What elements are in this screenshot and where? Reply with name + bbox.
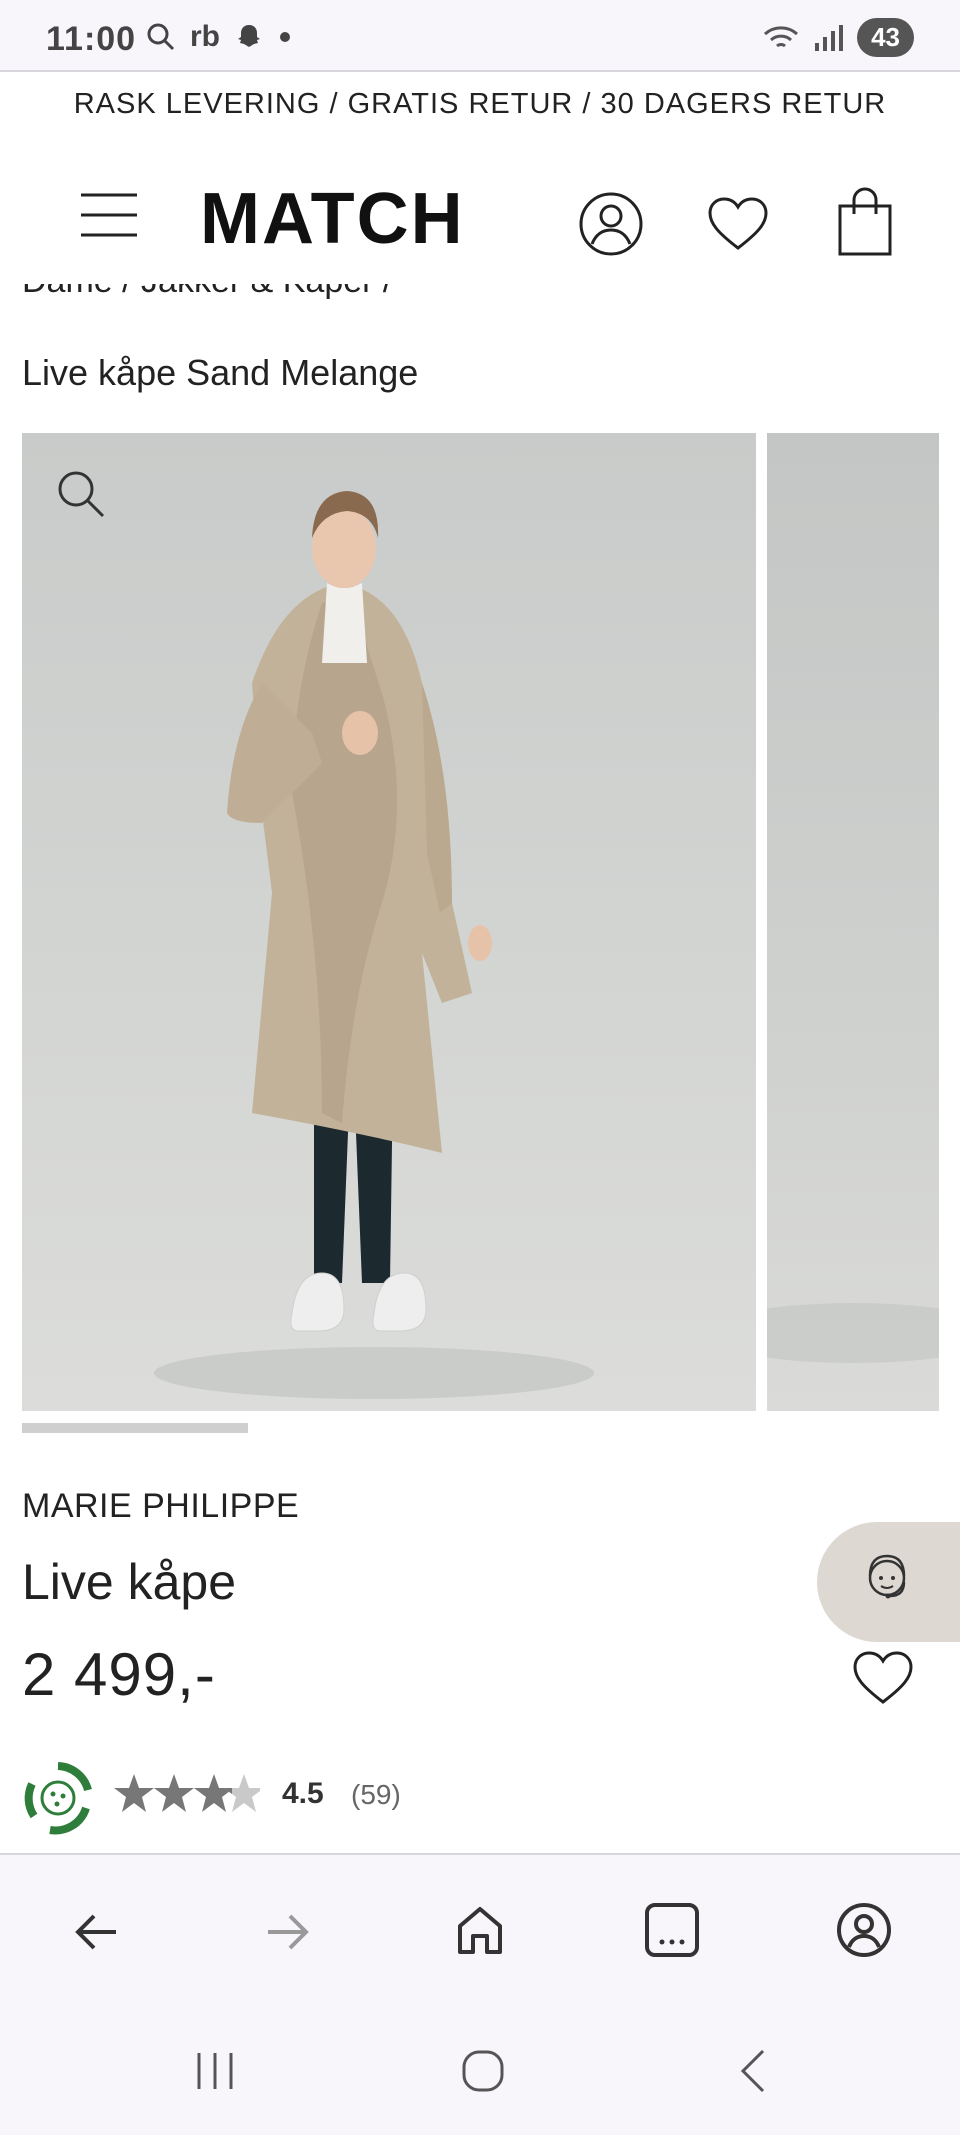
system-recents-button[interactable] [190,2048,240,2094]
product-brand[interactable]: MARIE PHILIPPE [22,1487,299,1526]
hamburger-icon [81,193,137,237]
review-count[interactable]: (59) [351,1779,401,1811]
customer-service-icon [868,1554,906,1599]
site-logo[interactable]: MATCH [200,183,465,255]
eco-badge-icon [24,1762,92,1835]
status-notification-icons: rb [146,20,292,54]
product-title: Live kåpe [22,1554,237,1610]
zoom-button[interactable] [56,469,106,519]
rating-stars[interactable] [110,1770,264,1818]
user-circle-icon [837,1903,891,1957]
tabs-icon [645,1903,699,1957]
gallery-progress [22,1423,248,1433]
browser-forward-button[interactable] [258,1902,318,1962]
wishlist-button[interactable] [704,192,772,256]
battery-level: 43 [857,18,914,57]
status-divider [0,70,960,72]
breadcrumb-trail[interactable]: Dame / Jakker & Kåper / [22,284,622,301]
browser-back-button[interactable] [66,1902,126,1962]
product-wishlist-button[interactable] [852,1650,914,1706]
wifi-icon [764,25,799,47]
product-image-main[interactable] [22,433,756,1411]
search-icon [58,471,105,518]
snapchat-icon [238,25,260,47]
signal-icon [815,24,844,51]
home-icon [458,1907,502,1954]
product-photo [154,491,594,1399]
star-rating-icon [114,1774,264,1812]
status-carrier-text: rb [190,20,220,53]
browser-home-button[interactable] [450,1900,510,1960]
product-image-next[interactable] [703,433,960,1411]
browser-tabs-button[interactable] [642,1900,702,1960]
product-photo-partial [703,1303,960,1363]
breadcrumb[interactable]: Dame / Jakker & Kåper / [22,284,622,314]
dot-icon [280,32,290,42]
arrow-left-icon [75,1914,116,1950]
rating-value: 4.5 [282,1777,324,1810]
status-system-icons: 43 [761,18,914,57]
promo-banner[interactable]: RASK LEVERING / GRATIS RETUR / 30 DAGERS… [0,88,960,121]
sustainability-badge[interactable] [20,1760,96,1836]
browser-account-button[interactable] [834,1900,894,1960]
status-time: 11:00 [46,20,137,58]
heart-icon [853,1651,913,1704]
product-price: 2 499,- [22,1641,216,1708]
cart-button[interactable] [834,184,896,260]
system-back-button[interactable] [728,2048,778,2094]
recents-icon [197,2053,233,2089]
chat-support-button[interactable] [817,1522,960,1642]
breadcrumb-current: Live kåpe Sand Melange [22,352,419,393]
arrow-right-icon [268,1914,309,1950]
shopping-bag-icon [838,187,892,256]
system-home-button[interactable] [458,2048,508,2094]
user-circle-icon [579,192,643,256]
account-button[interactable] [575,188,647,260]
chevron-left-icon [740,2049,765,2093]
search-icon [147,23,175,51]
heart-icon [708,197,768,250]
menu-button[interactable] [76,188,142,242]
home-circle-icon [462,2050,504,2092]
